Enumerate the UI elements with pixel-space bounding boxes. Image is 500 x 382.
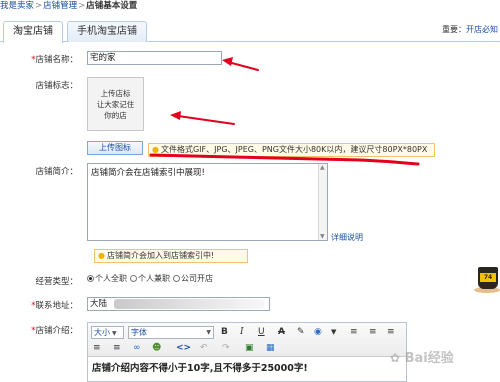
format-tip: ● 文件格式GIF、JPG、JPEG、PNG文件大小80K以内，建议尺寸80PX*… <box>148 143 435 157</box>
editor-content[interactable]: 店铺介绍内容不得小于10字,且不得多于25000字! <box>88 357 406 377</box>
indent-icon[interactable]: ≡ <box>93 342 101 354</box>
index-tip: ● 店铺简介会加入到店铺索引中! <box>94 249 248 263</box>
dropdown-caret-icon[interactable]: ▼ <box>331 326 336 338</box>
bulb-icon: ● <box>152 145 159 154</box>
floating-cup-widget[interactable]: 74 <box>474 267 500 293</box>
strikethrough-icon[interactable]: A <box>278 326 285 338</box>
scroll-up-icon[interactable]: ▲ <box>320 164 325 171</box>
shop-name-label: *店铺名称： <box>31 55 78 65</box>
radio-unchecked-icon <box>130 275 137 282</box>
breadcrumb-seller[interactable]: 我是卖家 <box>0 1 34 11</box>
radio-unchecked-icon <box>173 275 180 282</box>
bold-icon[interactable]: B <box>221 326 228 338</box>
upload-logo-button[interactable]: 上传图标 <box>87 141 143 155</box>
settings-form: *店铺名称： 宅的家 店铺标志： 上传店标 让大家记住 你的店 上传图标 ● 文件… <box>0 43 500 382</box>
shop-name-input[interactable]: 宅的家 <box>87 51 222 65</box>
editor-toolbar: 大小 ▼ 字体 ▼ B I U A ✎ ◉ ▼ ≡ ≡ ≡ ≡ ≡ ∞ ☻ <> ↶… <box>88 323 406 357</box>
table-icon[interactable]: ▦ <box>266 342 275 354</box>
description-label: *店铺介绍： <box>31 326 78 336</box>
paw-icon: ✿ <box>390 351 401 365</box>
index-tip-text: 店铺简介会加入到店铺索引中! <box>106 251 215 260</box>
business-type-radios: 个人全职 个人兼职 公司开店 <box>87 273 216 284</box>
notice-link[interactable]: 开店必知 <box>466 25 498 34</box>
watermark-text: Bai经验 <box>404 351 454 366</box>
highlight-icon[interactable]: ◉ <box>314 326 322 338</box>
detail-link[interactable]: 详细说明 <box>331 232 363 243</box>
align-icon[interactable]: ≡ <box>387 326 395 338</box>
rich-text-editor: 大小 ▼ 字体 ▼ B I U A ✎ ◉ ▼ ≡ ≡ ≡ ≡ ≡ ∞ ☻ <> ↶… <box>87 322 407 382</box>
notice: 重要：开店必知 <box>442 24 498 35</box>
business-type-label: 经营类型： <box>35 277 78 287</box>
breadcrumb-separator: > <box>35 1 43 11</box>
breadcrumb-current: 店铺基本设置 <box>86 1 138 11</box>
radio-checked-icon <box>87 275 94 282</box>
ordered-list-icon[interactable]: ≡ <box>369 326 377 338</box>
text-color-icon[interactable]: ✎ <box>297 326 305 338</box>
logo-placeholder-line: 上传店标 <box>100 88 131 98</box>
breadcrumb-shop-manage[interactable]: 店铺管理 <box>43 1 77 11</box>
format-tip-text: 文件格式GIF、JPG、JPEG、PNG文件大小80K以内，建议尺寸80PX*8… <box>160 145 428 154</box>
widget-label: 74 <box>480 273 496 282</box>
address-label: *联系地址： <box>31 301 78 311</box>
tab-bar: 淘宝店铺 手机淘宝店铺 重要：开店必知 <box>0 18 500 43</box>
logo-placeholder-line: 让大家记住 <box>96 99 135 109</box>
breadcrumb-separator: > <box>78 1 86 11</box>
font-size-select[interactable]: 大小 ▼ <box>91 326 124 339</box>
shop-intro-label: 店铺简介： <box>35 167 78 177</box>
scroll-down-icon[interactable]: ▼ <box>320 233 325 240</box>
watermark: ✿ Bai经验 <box>390 347 454 366</box>
address-input[interactable]: 大陆 <box>87 297 270 311</box>
redo-icon[interactable]: ↷ <box>222 342 230 354</box>
tab-taobao-shop[interactable]: 淘宝店铺 <box>3 21 63 43</box>
font-family-select[interactable]: 字体 ▼ <box>128 326 214 339</box>
radio-parttime[interactable]: 个人兼职 <box>130 273 170 284</box>
link-icon[interactable]: ∞ <box>133 342 141 354</box>
shop-logo-label: 店铺标志： <box>35 81 78 91</box>
shop-intro-textarea[interactable]: 店铺简介会在店铺索引中展现! ▲ ▼ <box>87 163 328 241</box>
logo-placeholder-line: 你的店 <box>104 110 127 120</box>
breadcrumb: 我是卖家>店铺管理>店铺基本设置 <box>0 0 137 14</box>
underline-icon[interactable]: U <box>258 326 265 338</box>
logo-upload-area[interactable]: 上传店标 让大家记住 你的店 <box>87 77 144 131</box>
undo-icon[interactable]: ↶ <box>200 342 208 354</box>
italic-icon[interactable]: I <box>240 326 244 338</box>
blurred-address <box>114 299 264 309</box>
tab-mobile-taobao-shop[interactable]: 手机淘宝店铺 <box>67 21 147 42</box>
textarea-scrollbar[interactable]: ▲ ▼ <box>318 164 327 240</box>
bulb-icon: ● <box>98 251 105 260</box>
outdent-icon[interactable]: ≡ <box>113 342 121 354</box>
source-icon[interactable]: <> <box>176 342 191 354</box>
notice-label: 重要： <box>442 25 466 34</box>
radio-company[interactable]: 公司开店 <box>173 273 213 284</box>
list-icon[interactable]: ≡ <box>350 326 358 338</box>
emoticon-icon[interactable]: ☻ <box>152 342 161 354</box>
radio-fulltime[interactable]: 个人全职 <box>87 273 127 284</box>
image-icon[interactable]: ▣ <box>245 342 254 354</box>
address-text: 大陆 <box>90 299 108 309</box>
shop-intro-text: 店铺简介会在店铺索引中展现! <box>91 168 205 178</box>
